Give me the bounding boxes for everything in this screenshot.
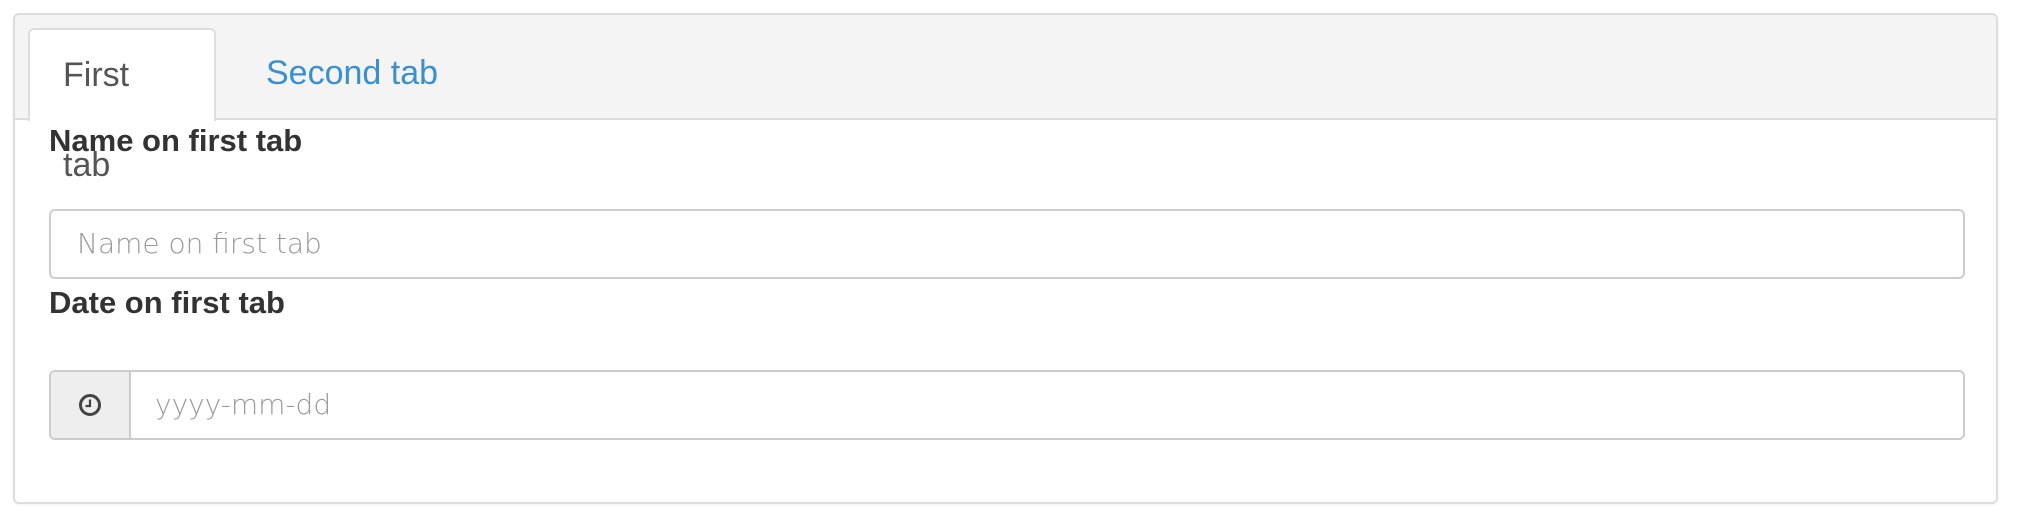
clock-icon [79,394,101,416]
date-placeholder: yyyy-mm-dd [155,388,332,421]
date-addon[interactable] [51,372,131,438]
date-label: Date on first tab [49,285,285,320]
name-label: Name on first tab [49,123,303,158]
tab-first[interactable]: First tab [28,28,216,184]
name-input[interactable]: Name on first tab [49,209,1965,279]
tab-bar: First tab Second tab [15,15,1996,184]
date-input[interactable]: yyyy-mm-dd [49,370,1965,440]
tab-second[interactable]: Second tab [216,28,471,120]
tabbed-card: First tab Second tab Name on first tab N… [13,13,1998,504]
name-placeholder: Name on first tab [77,227,322,260]
